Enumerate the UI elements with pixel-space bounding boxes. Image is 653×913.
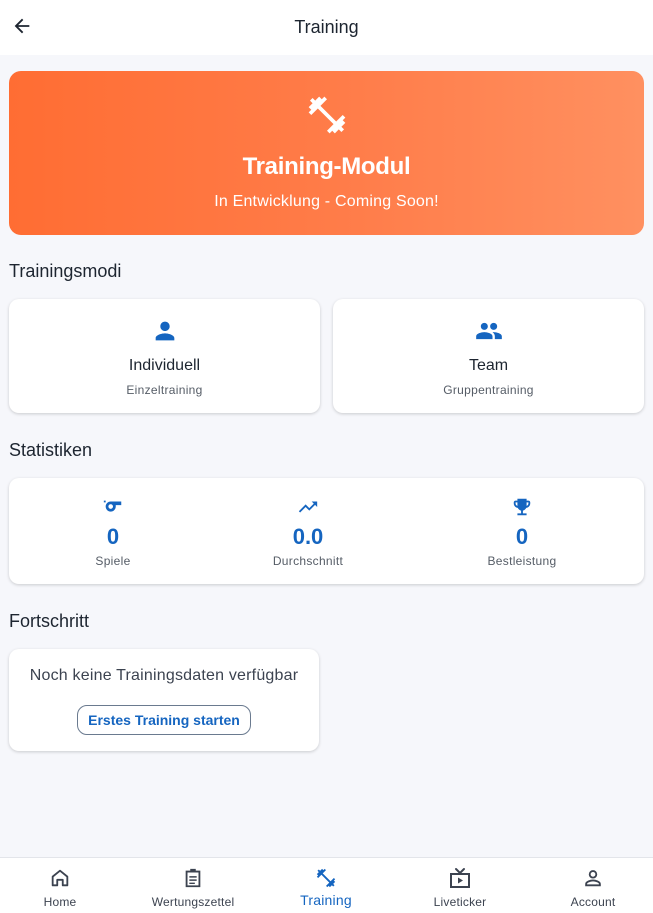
mode-title: Individuell	[128, 357, 201, 374]
start-training-button[interactable]: Erstes Training starten	[77, 705, 251, 735]
nav-label: Account	[570, 895, 616, 909]
back-button[interactable]	[8, 12, 36, 40]
stat-value: 0	[515, 524, 529, 549]
nav-item-liveticker[interactable]: Liveticker	[395, 858, 525, 913]
mode-card-team[interactable]: Team Gruppentraining	[333, 299, 644, 413]
nav-label: Liveticker	[433, 895, 487, 909]
whistle-icon	[103, 500, 122, 512]
nav-label: Wertungszettel	[151, 895, 235, 909]
stat-label: Bestleistung	[487, 554, 557, 568]
bottom-navigation: Home Wertungszettel Training Liveticker	[0, 857, 653, 913]
nav-item-training[interactable]: Training	[261, 858, 391, 913]
empty-state-message: Noch keine Trainingsdaten verfügbar	[29, 667, 299, 684]
hero-banner: Training-Modul In Entwicklung - Coming S…	[9, 71, 644, 235]
stat-value: 0	[106, 524, 120, 549]
stat-label: Spiele	[95, 554, 131, 568]
nav-label: Home	[43, 895, 77, 909]
dumbbell-icon	[316, 868, 336, 888]
app-bar: Training	[0, 0, 653, 55]
mode-subtitle: Gruppentraining	[443, 383, 534, 397]
nav-item-account[interactable]: Account	[528, 858, 653, 913]
mode-title: Team	[468, 357, 509, 374]
live-tv-icon	[450, 868, 470, 888]
mode-subtitle: Einzeltraining	[126, 383, 203, 397]
account-icon	[585, 870, 601, 887]
stat-value: 0.0	[292, 524, 324, 549]
stat-games: 0 Spiele	[33, 478, 193, 584]
hero-title: Training-Modul	[242, 153, 411, 180]
person-icon	[155, 321, 174, 341]
section-title-modes: Trainingsmodi	[9, 261, 122, 281]
trophy-icon	[513, 498, 531, 516]
stat-best: 0 Bestleistung	[442, 478, 602, 584]
arrow-back-icon	[14, 18, 30, 34]
nav-item-home[interactable]: Home	[0, 858, 125, 913]
nav-item-wertungszettel[interactable]: Wertungszettel	[128, 858, 258, 913]
stats-card: 0 Spiele 0.0 Durchschnitt 0 Bestleistung	[9, 478, 644, 584]
nav-label: Training	[300, 892, 352, 908]
progress-card: Noch keine Trainingsdaten verfügbar Erst…	[9, 649, 319, 751]
group-icon	[475, 322, 502, 340]
mode-card-individual[interactable]: Individuell Einzeltraining	[9, 299, 320, 413]
home-icon	[51, 869, 69, 887]
dumbbell-icon	[308, 96, 346, 134]
stat-average: 0.0 Durchschnitt	[228, 478, 388, 584]
section-title-stats: Statistiken	[9, 440, 93, 460]
page-title: Training	[294, 17, 359, 37]
clipboard-icon	[185, 868, 201, 888]
stat-label: Durchschnitt	[272, 554, 344, 568]
section-title-progress: Fortschritt	[9, 611, 90, 631]
trending-up-icon	[298, 501, 318, 513]
hero-subtitle: In Entwicklung - Coming Soon!	[214, 193, 439, 210]
